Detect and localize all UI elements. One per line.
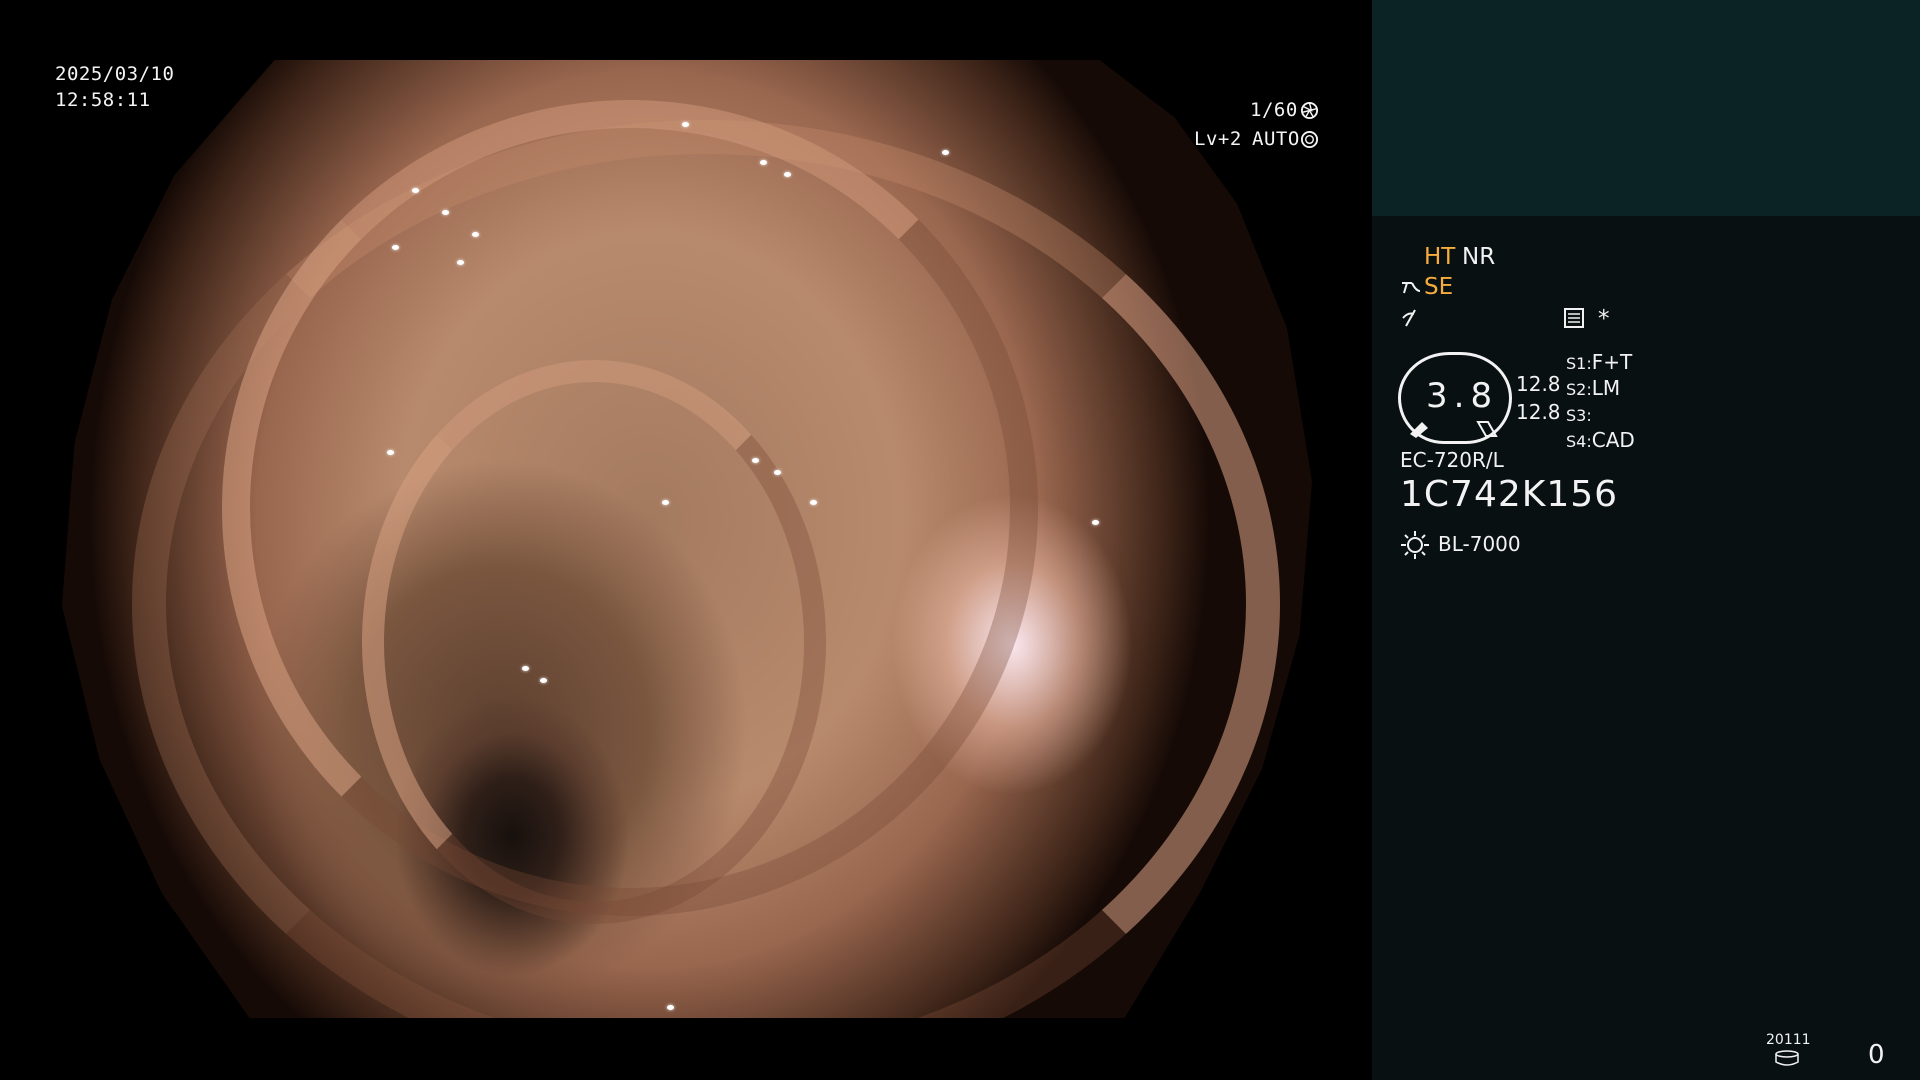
light-reflection: [942, 150, 949, 155]
mucosal-fold: [362, 360, 826, 924]
light-reflection: [662, 500, 669, 505]
date-label: 2025/03/10: [55, 63, 175, 85]
switch-value: F+T: [1591, 350, 1633, 374]
nr-indicator: NR: [1462, 244, 1496, 270]
scope-model: EC-720R/L: [1400, 448, 1504, 472]
switch-item: S1:F+T: [1566, 350, 1635, 376]
light-reflection: [412, 188, 419, 193]
switch-key: S2:: [1566, 380, 1592, 399]
light-reflection: [392, 245, 399, 250]
menu-icon: [1564, 308, 1584, 328]
gauge-value: 3.8: [1426, 376, 1499, 416]
endoscope-view: 2025/03/10 12:58:11 1/60 Lv+2 AUTO: [0, 0, 1372, 1080]
shutter-speed: 1/60: [1250, 99, 1298, 121]
switch-list: S1:F+T S2:LM S3: S4:CAD: [1566, 350, 1635, 454]
panel-header-area: [1372, 0, 1920, 216]
contrast-icon: [1402, 309, 1416, 327]
switch-key: S3:: [1566, 406, 1592, 425]
value-2: 12.8: [1516, 400, 1561, 424]
switch-key: S4:: [1566, 432, 1592, 451]
switch-value: LM: [1591, 376, 1621, 400]
light-source-icon: [1401, 531, 1429, 559]
light-source-model: BL-7000: [1438, 532, 1521, 556]
iris-icon: [1300, 130, 1319, 149]
light-reflection: [457, 260, 464, 265]
brightness-level: Lv+2: [1194, 128, 1242, 150]
star-indicator: *: [1598, 306, 1610, 332]
switch-item: S4:CAD: [1566, 428, 1635, 454]
ht-indicator: HT: [1424, 244, 1456, 270]
image-counter: 0: [1868, 1040, 1885, 1070]
switch-item: S2:LM: [1566, 376, 1635, 402]
light-reflection: [1092, 520, 1099, 525]
light-reflection: [472, 232, 479, 237]
light-reflection: [752, 458, 759, 463]
light-reflection: [667, 1005, 674, 1010]
light-reflection: [760, 160, 767, 165]
light-reflection: [810, 500, 817, 505]
value-1: 12.8: [1516, 372, 1561, 396]
gauge-marker-icon: [1410, 421, 1498, 438]
light-reflection: [522, 666, 529, 671]
shutter-icon: [1300, 101, 1319, 120]
light-reflection: [540, 678, 547, 683]
iris-mode: AUTO: [1252, 128, 1300, 150]
light-reflection: [774, 470, 781, 475]
time-label: 12:58:11: [55, 89, 151, 111]
switch-value: CAD: [1591, 428, 1635, 452]
se-indicator: SE: [1424, 274, 1454, 300]
status-panel: HT NR SE * 3.8 12.8 12.8 S1:F+T S2:LM S3…: [1372, 0, 1920, 1080]
light-reflection: [682, 122, 689, 127]
light-reflection: [784, 172, 791, 177]
storage-icon: [1775, 1050, 1799, 1066]
switch-key: S1:: [1566, 354, 1592, 373]
scope-serial: 1C742K156: [1400, 474, 1619, 515]
structure-enhance-icon: [1402, 282, 1421, 294]
endoscopic-image: [62, 60, 1312, 1018]
light-reflection: [442, 210, 449, 215]
switch-item: S3:: [1566, 402, 1635, 428]
storage-code: 20111: [1766, 1032, 1811, 1048]
light-reflection: [387, 450, 394, 455]
